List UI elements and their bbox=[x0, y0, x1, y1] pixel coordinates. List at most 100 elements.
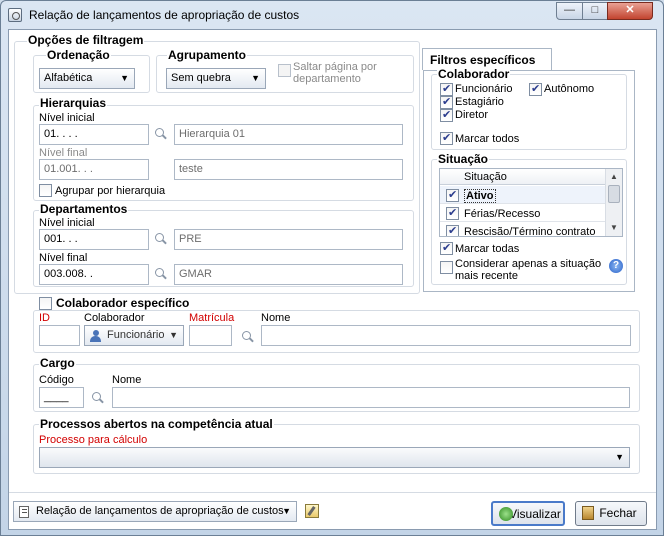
close-button[interactable]: ✕ bbox=[607, 2, 653, 20]
saltar-pagina-label: Saltar página por departamento bbox=[293, 61, 377, 85]
visualizar-label: Visualizar bbox=[509, 507, 561, 521]
scroll-thumb[interactable] bbox=[608, 185, 620, 203]
scroll-up-icon[interactable]: ▲ bbox=[607, 170, 621, 184]
hier-nivel-inicial-desc: Hierarquia 01 bbox=[174, 124, 403, 145]
considerar-label: Considerar apenas a situação mais recent… bbox=[455, 258, 602, 282]
colaborador-especifico-checkbox[interactable] bbox=[39, 297, 52, 310]
filter-options-title: Opções de filtragem bbox=[27, 33, 145, 47]
nome-label: Nome bbox=[261, 312, 291, 324]
marcar-todas-label: Marcar todas bbox=[455, 243, 520, 255]
rescisao-label: Rescisão/Término contrato bbox=[464, 226, 596, 237]
rescisao-checkbox[interactable] bbox=[446, 224, 459, 236]
processo-select[interactable]: ▼ bbox=[39, 447, 630, 468]
ordenacao-select[interactable]: Alfabética ▼ bbox=[39, 68, 135, 89]
window-title: Relação de lançamentos de apropriação de… bbox=[29, 8, 300, 22]
hier-nivel-final-desc: teste bbox=[174, 159, 403, 180]
agrupamento-select[interactable]: Sem quebra ▼ bbox=[166, 68, 266, 89]
hier-nivel-final-label: Nível final bbox=[39, 147, 88, 159]
search-icon[interactable] bbox=[91, 391, 105, 405]
id-input[interactable] bbox=[39, 325, 80, 346]
marcar-todos-checkbox[interactable] bbox=[440, 131, 453, 145]
help-icon[interactable]: ? bbox=[609, 259, 623, 273]
chevron-down-icon: ▼ bbox=[282, 506, 291, 516]
cargo-nome-label: Nome bbox=[112, 374, 142, 386]
autonomo-label: Autônomo bbox=[544, 83, 595, 95]
cargo-codigo-label: Código bbox=[39, 374, 74, 386]
search-icon[interactable] bbox=[154, 267, 168, 281]
matricula-input[interactable] bbox=[189, 325, 232, 346]
chevron-down-icon: ▼ bbox=[615, 452, 624, 462]
ferias-checkbox[interactable] bbox=[446, 206, 459, 220]
user-icon bbox=[90, 330, 101, 342]
colaborador-especifico-title: Colaborador específico bbox=[55, 296, 191, 310]
edit-report-icon[interactable] bbox=[305, 504, 319, 518]
cargo-codigo-input[interactable]: ____ bbox=[39, 387, 84, 408]
dep-nivel-final-label: Nível final bbox=[39, 252, 88, 264]
marcar-todas-checkbox[interactable] bbox=[440, 241, 453, 255]
search-icon[interactable] bbox=[154, 232, 168, 246]
saltar-pagina-checkbox[interactable] bbox=[278, 64, 291, 77]
scroll-down-icon[interactable]: ▼ bbox=[607, 221, 621, 235]
list-item[interactable]: Ativo bbox=[440, 186, 606, 204]
cargo-title: Cargo bbox=[39, 356, 76, 370]
search-icon[interactable] bbox=[241, 330, 255, 344]
id-label: ID bbox=[39, 312, 50, 324]
ordenacao-value: Alfabética bbox=[44, 72, 93, 84]
report-select[interactable]: Relação de lançamentos de apropriação de… bbox=[13, 501, 297, 522]
cargo-nome-input[interactable] bbox=[112, 387, 630, 408]
report-select-value: Relação de lançamentos de apropriação de… bbox=[36, 505, 284, 517]
hier-nivel-final-input[interactable]: 01.001. . . bbox=[39, 159, 149, 180]
agrupamento-value: Sem quebra bbox=[171, 72, 231, 84]
visualizar-button[interactable]: Visualizar bbox=[491, 501, 565, 526]
list-item[interactable]: Rescisão/Término contrato bbox=[440, 222, 606, 237]
processos-title: Processos abertos na competência atual bbox=[39, 417, 274, 431]
situacao-scrollbar[interactable]: ▲ ▼ bbox=[605, 169, 622, 236]
fechar-label: Fechar bbox=[599, 506, 637, 520]
estagiario-label: Estagiário bbox=[455, 96, 504, 108]
situacao-list-header: Situação bbox=[440, 169, 606, 185]
agrupar-hierarquia-label: Agrupar por hierarquia bbox=[55, 185, 166, 197]
agrupar-hierarquia-checkbox[interactable] bbox=[39, 184, 52, 197]
maximize-button[interactable]: □ bbox=[582, 2, 608, 20]
check-circle-icon bbox=[499, 507, 513, 521]
ferias-label: Férias/Recesso bbox=[464, 208, 541, 220]
search-icon[interactable] bbox=[154, 127, 168, 141]
colaborador-label: Colaborador bbox=[84, 312, 145, 324]
chevron-down-icon: ▼ bbox=[251, 73, 260, 83]
colaborador-select[interactable]: Funcionário ▼ bbox=[84, 325, 184, 346]
chevron-down-icon: ▼ bbox=[120, 73, 129, 83]
situacao-list[interactable]: Situação Ativo Férias/Recesso Rescisão/T… bbox=[439, 168, 623, 237]
dep-nivel-inicial-label: Nível inicial bbox=[39, 217, 95, 229]
dialog-client-area: Opções de filtragem Ordenação Alfabética… bbox=[8, 29, 657, 530]
chevron-down-icon: ▼ bbox=[169, 330, 178, 340]
dep-nivel-final-desc: GMAR bbox=[174, 264, 403, 285]
list-item[interactable]: Férias/Recesso bbox=[440, 204, 606, 222]
departamentos-title: Departamentos bbox=[39, 202, 129, 216]
agrupamento-title: Agrupamento bbox=[167, 48, 247, 62]
app-icon bbox=[8, 8, 22, 22]
processo-label: Processo para cálculo bbox=[39, 434, 148, 446]
colaborador-select-value: Funcionário bbox=[107, 329, 165, 341]
minimize-button[interactable]: — bbox=[556, 2, 583, 20]
diretor-checkbox[interactable] bbox=[440, 108, 453, 122]
considerar-checkbox[interactable] bbox=[440, 261, 453, 274]
ordenacao-title: Ordenação bbox=[46, 48, 111, 62]
nome-input[interactable] bbox=[261, 325, 631, 346]
dep-nivel-final-input[interactable]: 003.008. . bbox=[39, 264, 149, 285]
situacao-title: Situação bbox=[437, 152, 490, 166]
autonomo-checkbox[interactable] bbox=[529, 82, 542, 96]
dep-nivel-inicial-input[interactable]: 001. . . bbox=[39, 229, 149, 250]
matricula-label: Matrícula bbox=[189, 312, 235, 324]
dep-nivel-inicial-desc: PRE bbox=[174, 229, 403, 250]
hier-nivel-inicial-input[interactable]: 01. . . . bbox=[39, 124, 149, 145]
ativo-label: Ativo bbox=[464, 189, 496, 203]
app-window: Relação de lançamentos de apropriação de… bbox=[0, 0, 664, 536]
marcar-todos-label: Marcar todos bbox=[455, 133, 520, 145]
exit-door-icon bbox=[582, 506, 594, 520]
ativo-checkbox[interactable] bbox=[446, 188, 459, 202]
hierarquias-title: Hierarquias bbox=[39, 96, 108, 110]
fechar-button[interactable]: Fechar bbox=[575, 501, 647, 526]
hier-nivel-inicial-label: Nível inicial bbox=[39, 112, 95, 124]
situacao-column-header: Situação bbox=[464, 171, 507, 183]
title-bar[interactable]: Relação de lançamentos de apropriação de… bbox=[1, 1, 663, 29]
